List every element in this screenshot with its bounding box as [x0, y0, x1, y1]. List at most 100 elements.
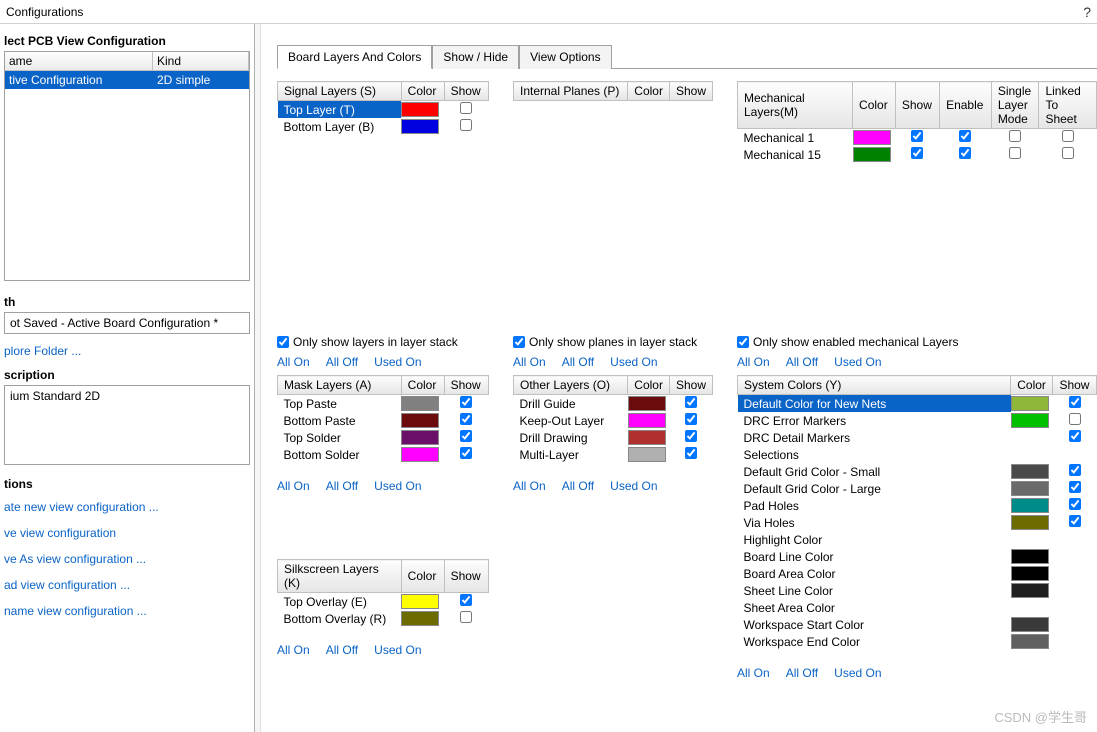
explore-folder-link[interactable]: plore Folder ...: [4, 340, 250, 362]
col-header[interactable]: Signal Layers (S): [278, 82, 402, 101]
table-row[interactable]: Board Area Color: [738, 565, 1097, 582]
col-header[interactable]: Color: [401, 560, 444, 593]
linked-checkbox[interactable]: [1062, 130, 1074, 142]
silk-used-on[interactable]: Used On: [374, 643, 421, 657]
show-checkbox[interactable]: [685, 396, 697, 408]
color-swatch[interactable]: [628, 430, 666, 445]
color-swatch[interactable]: [401, 447, 439, 462]
color-swatch[interactable]: [401, 396, 439, 411]
col-header[interactable]: Show: [669, 376, 712, 395]
mask-used-on[interactable]: Used On: [374, 479, 421, 493]
color-swatch[interactable]: [1011, 413, 1049, 428]
table-row[interactable]: Multi-Layer: [514, 446, 713, 463]
table-row[interactable]: Default Grid Color - Large: [738, 480, 1097, 497]
show-checkbox[interactable]: [911, 130, 923, 142]
col-header[interactable]: Color: [401, 376, 444, 395]
only-planes-check[interactable]: Only show planes in layer stack: [513, 333, 713, 351]
save-config-link[interactable]: ve view configuration: [4, 520, 250, 546]
color-swatch[interactable]: [401, 430, 439, 445]
table-row[interactable]: DRC Detail Markers: [738, 429, 1097, 446]
other-used-on[interactable]: Used On: [610, 479, 657, 493]
col-header[interactable]: Color: [853, 82, 896, 129]
mech-used-on[interactable]: Used On: [834, 355, 881, 369]
col-kind-header[interactable]: Kind: [153, 52, 249, 70]
single-checkbox[interactable]: [1009, 130, 1021, 142]
col-header[interactable]: Internal Planes (P): [514, 82, 628, 101]
table-row[interactable]: Top Overlay (E): [278, 593, 489, 611]
table-row[interactable]: Sheet Line Color: [738, 582, 1097, 599]
color-swatch[interactable]: [1011, 617, 1049, 632]
col-header[interactable]: Color: [1011, 376, 1053, 395]
table-row[interactable]: Bottom Solder: [278, 446, 489, 463]
create-config-link[interactable]: ate new view configuration ...: [4, 494, 250, 520]
description-box[interactable]: ium Standard 2D: [4, 385, 250, 465]
silk-all-off[interactable]: All Off: [326, 643, 358, 657]
sys-all-on[interactable]: All On: [737, 666, 770, 680]
color-swatch[interactable]: [628, 396, 666, 411]
signal-used-on[interactable]: Used On: [374, 355, 421, 369]
show-checkbox[interactable]: [911, 147, 923, 159]
planes-all-off[interactable]: All Off: [562, 355, 594, 369]
table-row[interactable]: Top Solder: [278, 429, 489, 446]
table-row[interactable]: Bottom Paste: [278, 412, 489, 429]
show-checkbox[interactable]: [460, 611, 472, 623]
color-swatch[interactable]: [1011, 566, 1049, 581]
color-swatch[interactable]: [853, 147, 891, 162]
table-row[interactable]: Drill Drawing: [514, 429, 713, 446]
planes-all-on[interactable]: All On: [513, 355, 546, 369]
table-row[interactable]: Selections: [738, 446, 1097, 463]
table-row[interactable]: Bottom Layer (B): [278, 118, 489, 135]
show-checkbox[interactable]: [460, 119, 472, 131]
color-swatch[interactable]: [401, 413, 439, 428]
show-checkbox[interactable]: [460, 396, 472, 408]
table-row[interactable]: Top Layer (T): [278, 101, 489, 119]
other-all-on[interactable]: All On: [513, 479, 546, 493]
show-checkbox[interactable]: [685, 413, 697, 425]
planes-used-on[interactable]: Used On: [610, 355, 657, 369]
color-swatch[interactable]: [628, 413, 666, 428]
only-mech-check[interactable]: Only show enabled mechanical Layers: [737, 333, 1097, 351]
save-as-config-link[interactable]: ve As view configuration ...: [4, 546, 250, 572]
col-header[interactable]: System Colors (Y): [738, 376, 1011, 395]
col-header[interactable]: Show: [444, 376, 488, 395]
linked-checkbox[interactable]: [1062, 147, 1074, 159]
color-swatch[interactable]: [401, 611, 439, 626]
help-icon[interactable]: ?: [1083, 4, 1091, 20]
col-header[interactable]: Color: [401, 82, 444, 101]
sys-all-off[interactable]: All Off: [786, 666, 818, 680]
table-row[interactable]: Board Line Color: [738, 548, 1097, 565]
color-swatch[interactable]: [1011, 481, 1049, 496]
mech-all-off[interactable]: All Off: [786, 355, 818, 369]
show-checkbox[interactable]: [1069, 413, 1081, 425]
signal-all-off[interactable]: All Off: [326, 355, 358, 369]
col-header[interactable]: Show: [669, 82, 712, 101]
show-checkbox[interactable]: [685, 447, 697, 459]
tab-view-options[interactable]: View Options: [519, 45, 611, 69]
table-row[interactable]: Workspace Start Color: [738, 616, 1097, 633]
col-header[interactable]: Mask Layers (A): [278, 376, 402, 395]
load-config-link[interactable]: ad view configuration ...: [4, 572, 250, 598]
color-swatch[interactable]: [853, 130, 891, 145]
table-row[interactable]: Top Paste: [278, 395, 489, 413]
table-row[interactable]: Default Grid Color - Small: [738, 463, 1097, 480]
table-row[interactable]: DRC Error Markers: [738, 412, 1097, 429]
show-checkbox[interactable]: [460, 102, 472, 114]
table-row[interactable]: Sheet Area Color: [738, 599, 1097, 616]
mech-all-on[interactable]: All On: [737, 355, 770, 369]
signal-all-on[interactable]: All On: [277, 355, 310, 369]
col-header[interactable]: Mechanical Layers(M): [738, 82, 853, 129]
col-header[interactable]: Show: [444, 560, 488, 593]
show-checkbox[interactable]: [1069, 396, 1081, 408]
col-header[interactable]: Single Layer Mode: [991, 82, 1039, 129]
show-checkbox[interactable]: [460, 430, 472, 442]
show-checkbox[interactable]: [685, 430, 697, 442]
color-swatch[interactable]: [401, 119, 439, 134]
show-checkbox[interactable]: [1069, 515, 1081, 527]
show-checkbox[interactable]: [460, 594, 472, 606]
other-all-off[interactable]: All Off: [562, 479, 594, 493]
table-row[interactable]: Via Holes: [738, 514, 1097, 531]
table-row[interactable]: Keep-Out Layer: [514, 412, 713, 429]
show-checkbox[interactable]: [1069, 481, 1081, 493]
col-header[interactable]: Show: [1053, 376, 1097, 395]
only-layers-check[interactable]: Only show layers in layer stack: [277, 333, 489, 351]
